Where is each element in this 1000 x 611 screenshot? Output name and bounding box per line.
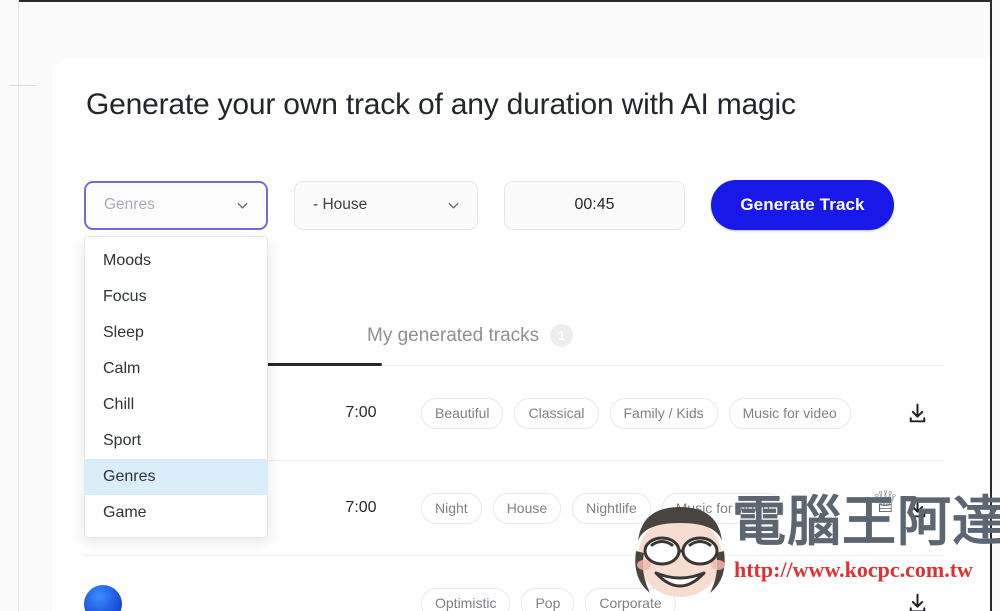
dropdown-item-sport[interactable]: Sport	[85, 423, 267, 459]
dropdown-item-label: Sport	[103, 432, 141, 449]
download-icon	[905, 401, 930, 426]
genre-select[interactable]: Genres	[84, 181, 268, 230]
dropdown-item-focus[interactable]: Focus	[85, 279, 267, 315]
download-icon	[905, 496, 930, 521]
page-border-right	[990, 0, 992, 611]
subgenre-select[interactable]: - House	[294, 181, 478, 230]
download-button[interactable]	[890, 496, 944, 521]
dropdown-item-genres[interactable]: Genres	[85, 459, 267, 495]
chevron-down-icon	[235, 198, 250, 213]
download-button[interactable]	[890, 401, 944, 426]
tag-chip[interactable]: Family / Kids	[610, 398, 718, 429]
left-divider-dash	[10, 85, 36, 86]
page-border-left	[18, 0, 19, 611]
dropdown-item-label: Genres	[103, 468, 155, 485]
dropdown-item-label: Sleep	[103, 324, 144, 341]
dropdown-item-moods[interactable]: Moods	[85, 243, 267, 279]
tag-chip[interactable]: Optimistic	[421, 588, 510, 611]
tab-badge-count: 1	[550, 324, 573, 347]
generator-controls: Genres - House 00:45 Generate Track	[84, 180, 894, 230]
dropdown-item-label: Chill	[103, 396, 134, 413]
dropdown-item-label: Moods	[103, 252, 151, 269]
dropdown-item-label: Calm	[103, 360, 140, 377]
tag-chip[interactable]: Classical	[514, 398, 598, 429]
dropdown-item-sleep[interactable]: Sleep	[85, 315, 267, 351]
dropdown-item-calm[interactable]: Calm	[85, 351, 267, 387]
subgenre-select-value: - House	[313, 196, 367, 214]
table-row[interactable]: Optimistic Pop Corporate	[84, 556, 944, 611]
page-border-top	[18, 0, 992, 2]
tag-chip[interactable]: Pop	[521, 588, 574, 611]
page-title: Generate your own track of any duration …	[86, 88, 886, 122]
generate-track-button[interactable]: Generate Track	[711, 180, 894, 230]
play-button[interactable]	[84, 585, 122, 611]
tag-chip[interactable]: Music for video	[729, 398, 851, 429]
tag-chip[interactable]: Beautiful	[421, 398, 503, 429]
download-button[interactable]	[890, 591, 944, 611]
tag-chip[interactable]: Night	[421, 493, 482, 524]
tab-label: My generated tracks	[367, 325, 539, 347]
dropdown-item-game[interactable]: Game	[85, 495, 267, 531]
genre-dropdown-menu[interactable]: Moods Focus Sleep Calm Chill Sport Genres Game	[84, 236, 268, 538]
tag-chip[interactable]: Corporate	[585, 588, 675, 611]
chevron-down-icon	[446, 198, 461, 213]
genre-select-value: Genres	[104, 196, 155, 214]
track-duration: 7:00	[313, 404, 409, 422]
track-tags: Optimistic Pop Corporate	[409, 588, 890, 611]
duration-value: 00:45	[574, 196, 614, 214]
dropdown-item-chill[interactable]: Chill	[85, 387, 267, 423]
dropdown-item-label: Game	[103, 504, 147, 521]
download-icon	[905, 591, 930, 611]
track-tags: Night House Nightlife Music for video	[409, 493, 890, 524]
dropdown-item-label: Focus	[103, 288, 147, 305]
track-tags: Beautiful Classical Family / Kids Music …	[409, 398, 890, 429]
tag-chip[interactable]: Music for video	[662, 493, 784, 524]
track-duration: 7:00	[313, 499, 409, 517]
browser-viewport: Generate your own track of any duration …	[0, 0, 1000, 611]
duration-input[interactable]: 00:45	[504, 181, 685, 230]
tag-chip[interactable]: House	[493, 493, 561, 524]
tag-chip[interactable]: Nightlife	[572, 493, 651, 524]
tab-my-generated-tracks[interactable]: My generated tracks 1	[367, 324, 573, 347]
